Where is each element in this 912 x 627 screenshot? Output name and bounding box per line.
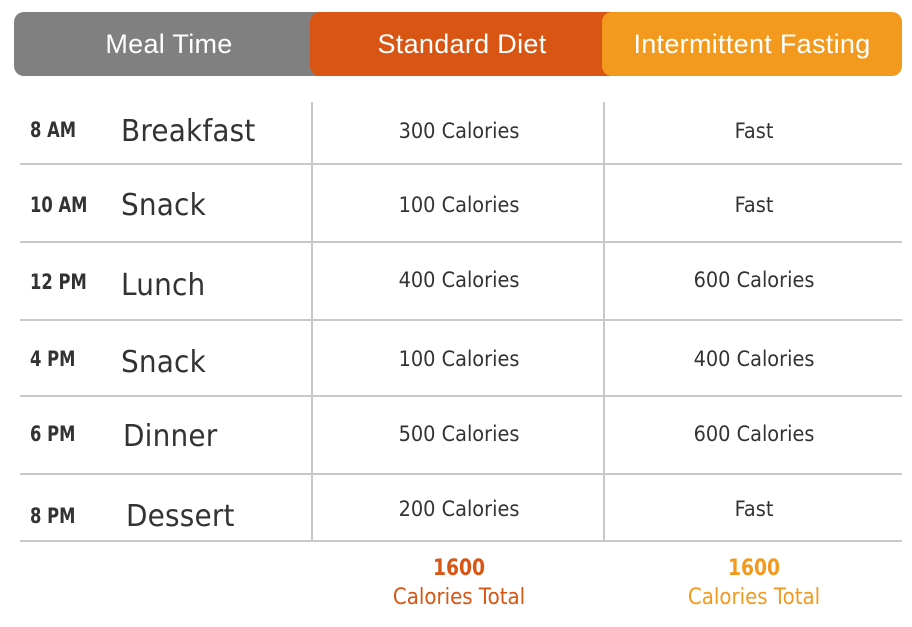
standard-total-value: 1600	[432, 556, 486, 581]
meal-time: 4 PM	[30, 347, 76, 371]
fasting-calories: 600 Calories	[693, 422, 815, 446]
intermittent-fasting-total: 1600 Calories Total	[606, 556, 902, 610]
standard-calories: 300 Calories	[398, 119, 520, 143]
header-intermittent-fasting: Intermittent Fasting	[602, 12, 902, 76]
meal-name: Snack	[121, 345, 206, 380]
standard-calories: 100 Calories	[398, 347, 520, 371]
fasting-calories: Fast	[734, 119, 774, 143]
meal-name: Lunch	[121, 268, 206, 303]
fasting-calories: Fast	[734, 497, 774, 521]
fasting-total-label: Calories Total	[687, 585, 821, 610]
column-divider-fasting	[603, 102, 605, 541]
standard-calories: 400 Calories	[398, 268, 520, 292]
meal-time: 12 PM	[30, 270, 87, 294]
row-divider	[20, 473, 902, 475]
fasting-calories: 400 Calories	[693, 347, 815, 371]
meal-name: Dinner	[123, 419, 218, 454]
meal-time: 10 AM	[30, 193, 88, 217]
standard-calories: 200 Calories	[398, 497, 520, 521]
meal-name: Snack	[121, 188, 206, 223]
meal-name: Dessert	[126, 499, 235, 534]
meal-time: 8 PM	[30, 504, 76, 528]
header-standard-diet-label: Standard Diet	[377, 28, 547, 59]
standard-calories: 100 Calories	[398, 193, 520, 217]
fasting-total-value: 1600	[727, 556, 781, 581]
meal-time: 6 PM	[30, 422, 76, 446]
header-meal-time: Meal Time	[14, 12, 324, 76]
fasting-calories: 600 Calories	[693, 268, 815, 292]
standard-diet-total: 1600 Calories Total	[314, 556, 604, 610]
meal-time: 8 AM	[30, 118, 77, 142]
meal-name: Breakfast	[121, 114, 256, 149]
row-divider	[20, 319, 902, 321]
standard-calories: 500 Calories	[398, 422, 520, 446]
header-standard-diet: Standard Diet	[310, 12, 614, 76]
header-meal-time-label: Meal Time	[105, 28, 233, 59]
column-divider-standard	[311, 102, 313, 541]
row-divider	[20, 163, 902, 165]
fasting-calories: Fast	[734, 193, 774, 217]
row-divider	[20, 540, 902, 542]
row-divider	[20, 395, 902, 397]
standard-total-label: Calories Total	[392, 585, 526, 610]
header-intermittent-fasting-label: Intermittent Fasting	[633, 28, 871, 59]
row-divider	[20, 241, 902, 243]
